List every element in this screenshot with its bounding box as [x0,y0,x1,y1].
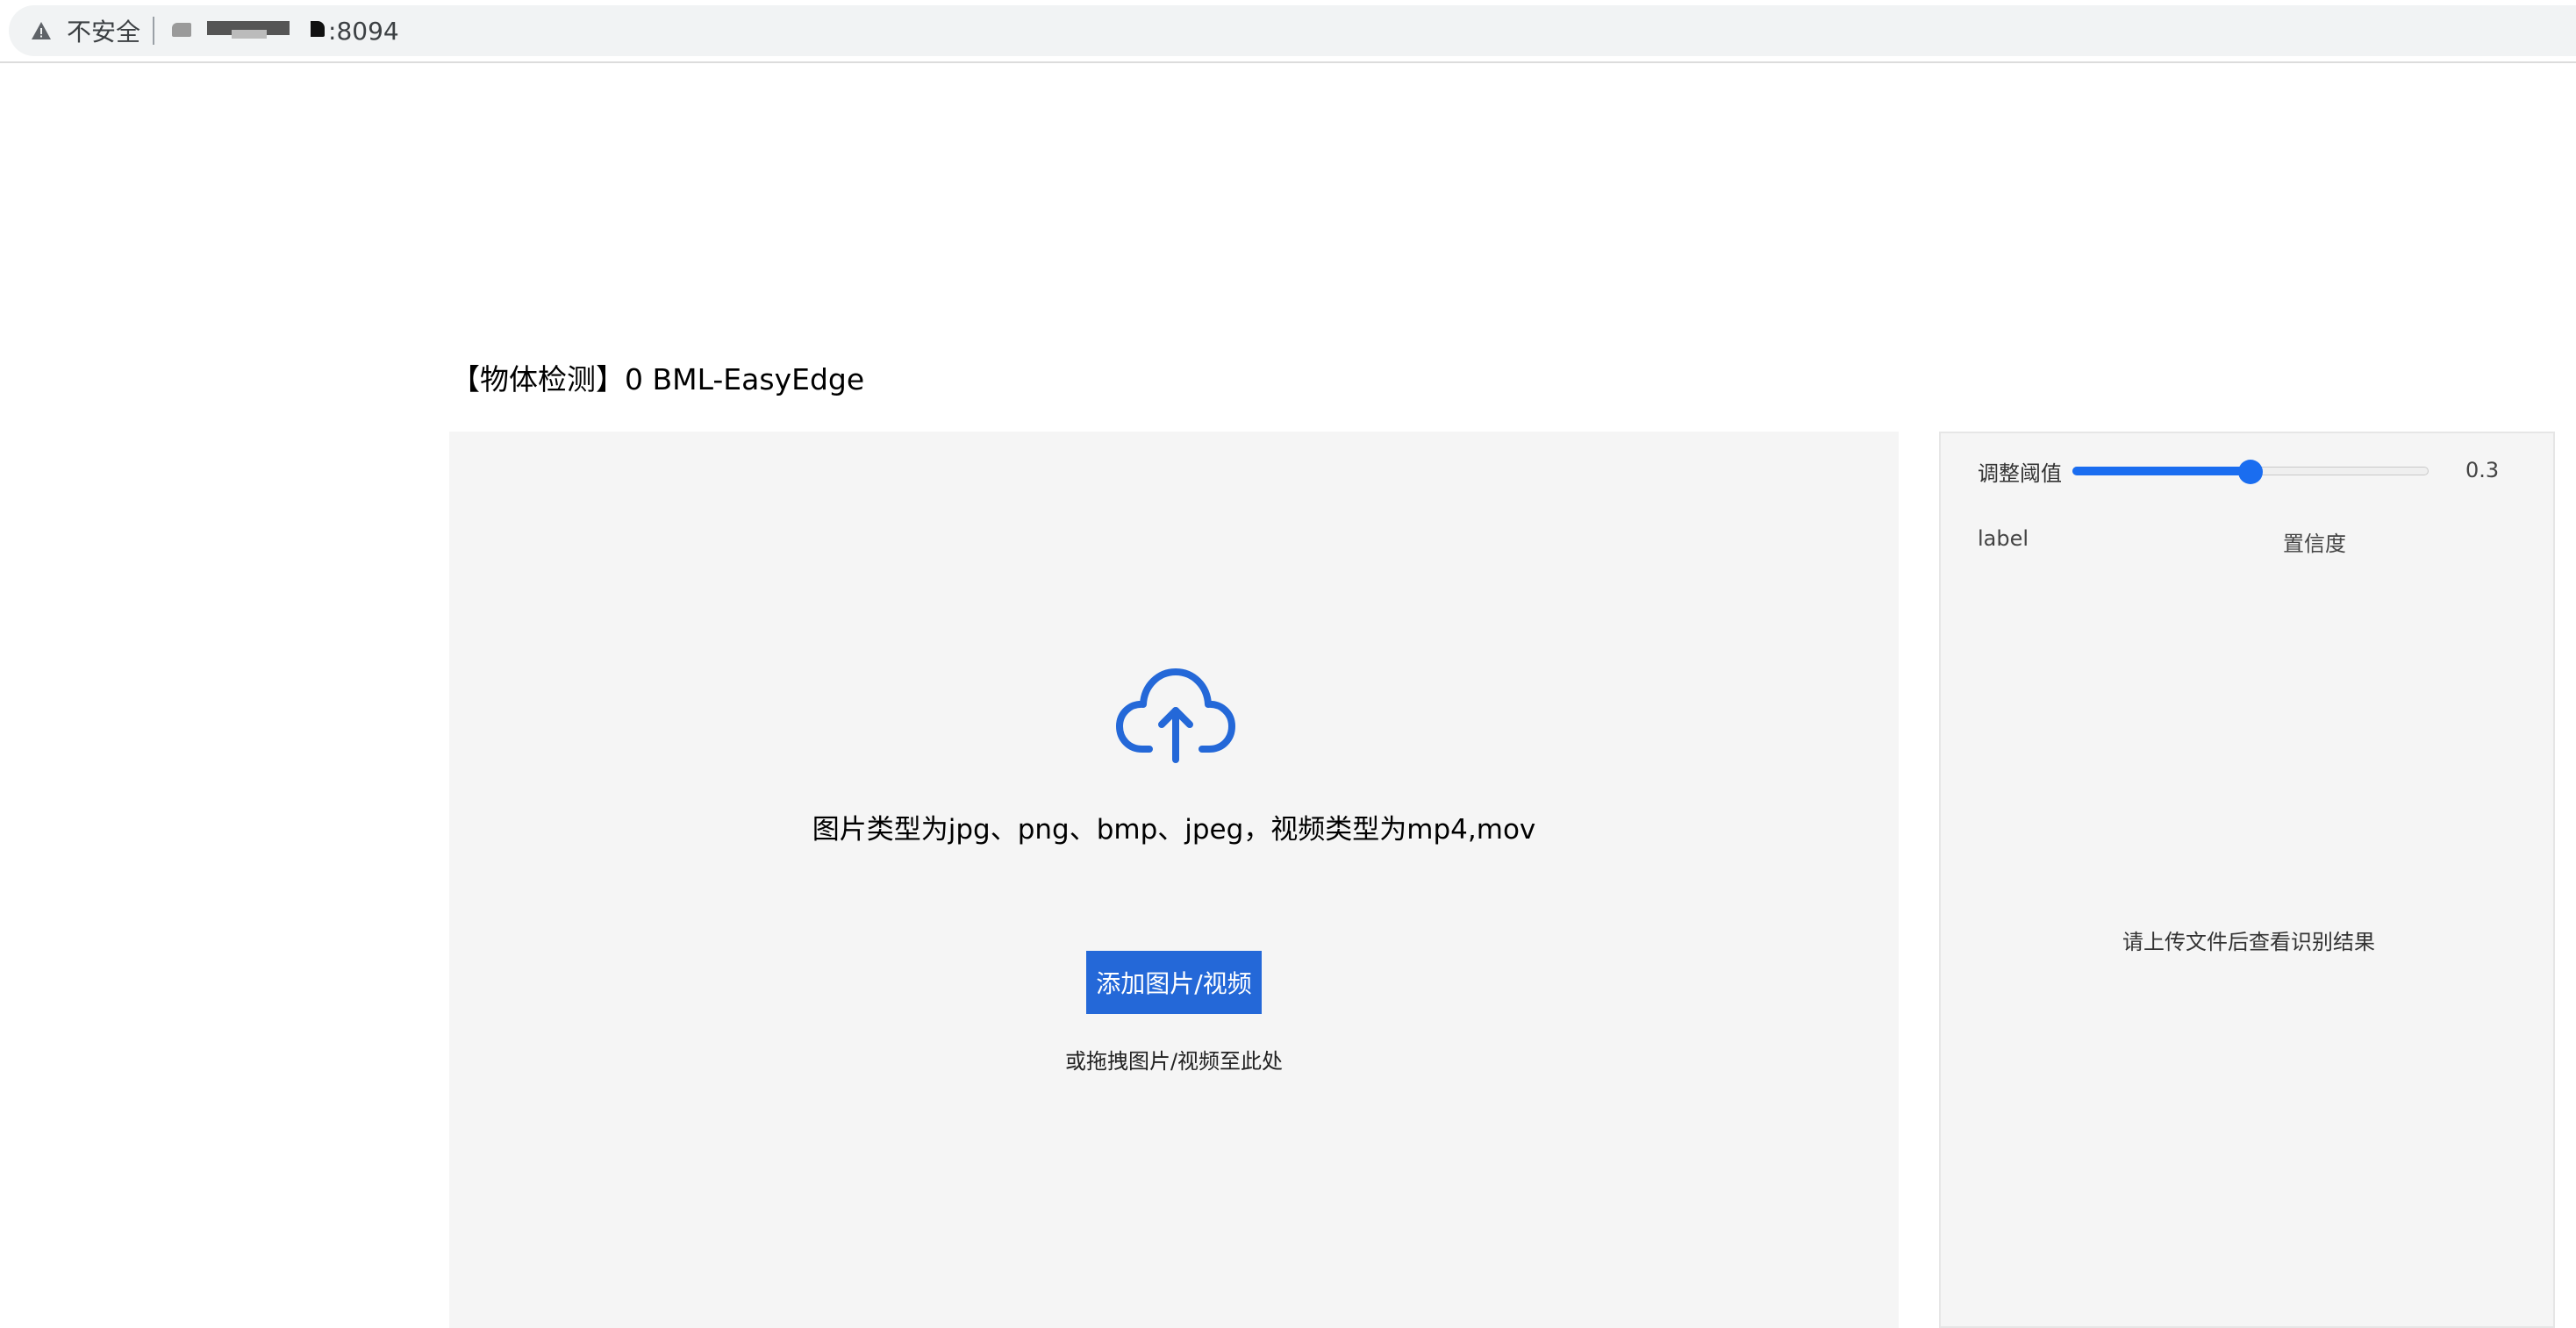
drag-drop-hint: 或拖拽图片/视频至此处 [1064,1049,1284,1074]
security-status-label[interactable]: 不安全 [67,13,140,48]
empty-result-message: 请上传文件后查看识别结果 [2122,930,2375,954]
omnibox-divider [153,17,155,45]
result-panel: 调整阈值 0.3 label 置信度 请上传文件后查看识别结果 [1939,432,2555,1328]
add-image-video-button[interactable]: 添加图片/视频 [1086,951,1262,1014]
warning-triangle-icon[interactable] [28,18,54,44]
slider-fill [2072,467,2250,475]
page-title: 【物体检测】0 BML-EasyEdge [451,362,865,396]
redacted-host [170,18,326,44]
omnibox[interactable]: 不安全 :8094 [9,5,2576,56]
slider-thumb[interactable] [2238,460,2263,484]
threshold-label: 调整阈值 [1978,461,2062,486]
file-types-hint: 图片类型为jpg、png、bmp、jpeg，视频类型为mp4,mov [812,814,1536,846]
column-header-confidence: 置信度 [2283,532,2346,556]
url-port[interactable]: :8094 [328,17,399,46]
column-header-label: label [1978,526,2029,551]
threshold-value: 0.3 [2465,458,2500,482]
upload-dropzone[interactable]: 图片类型为jpg、png、bmp、jpeg，视频类型为mp4,mov 添加图片/… [449,432,1899,1328]
cloud-upload-icon [1116,668,1235,763]
threshold-slider[interactable] [2072,460,2429,484]
browser-address-bar: 不安全 :8094 [0,0,2576,63]
